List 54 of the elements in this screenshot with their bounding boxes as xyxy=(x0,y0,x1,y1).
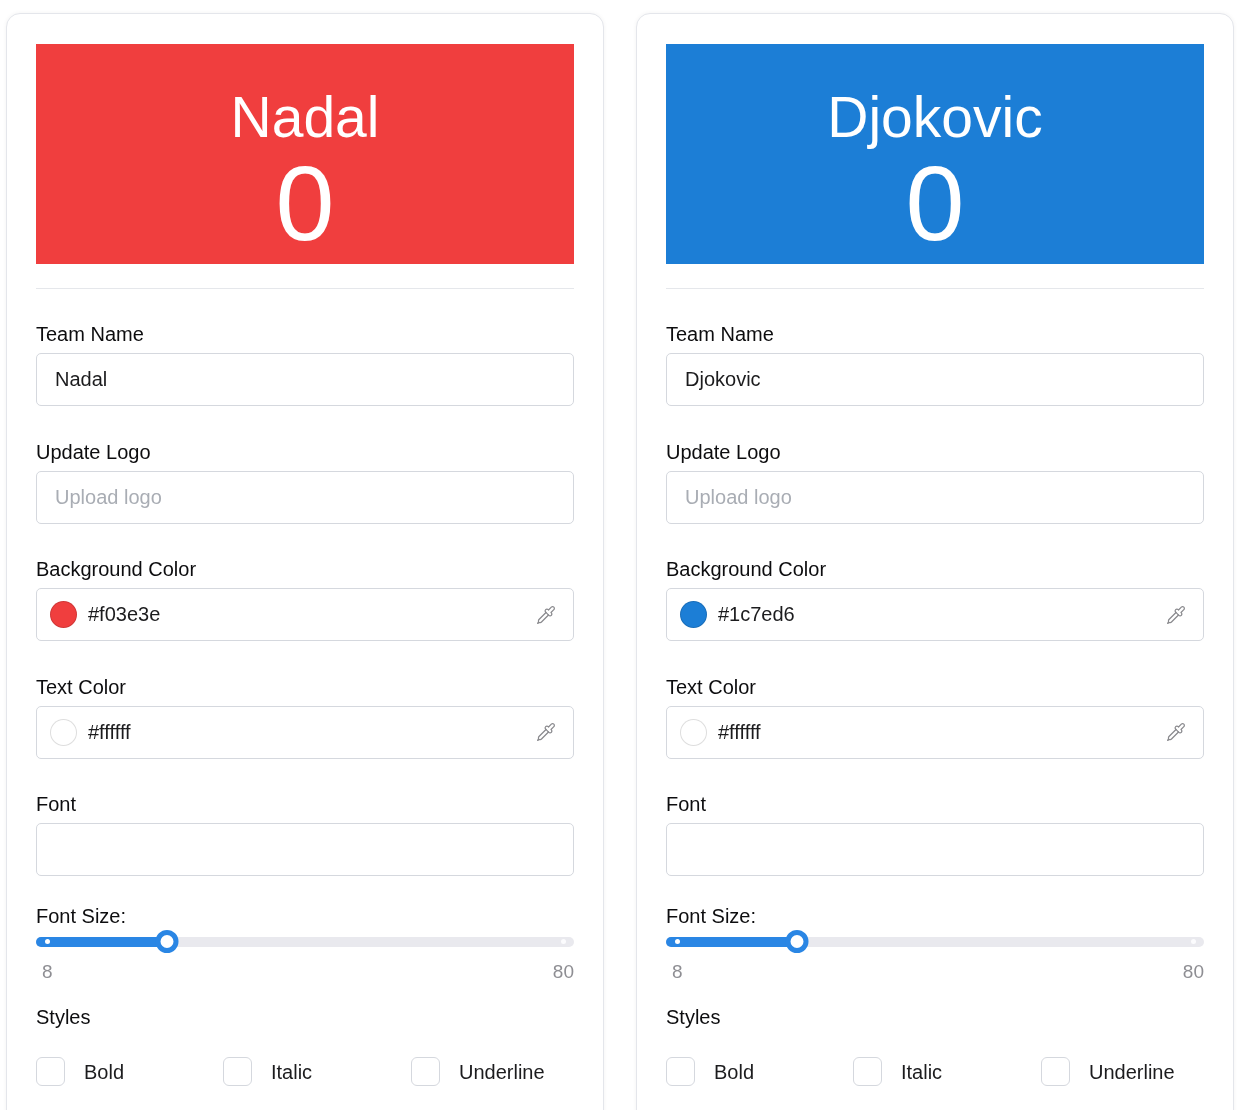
slider-min-label: 8 xyxy=(42,961,53,983)
eyedropper-icon[interactable] xyxy=(1166,604,1186,625)
team-name-heading: Nadal xyxy=(230,84,380,150)
field-label: Text Color xyxy=(666,674,757,699)
field-label: Text Color xyxy=(36,674,127,699)
field-label: Styles xyxy=(666,1005,721,1029)
score-text: 0 xyxy=(275,150,335,256)
field-label: Styles xyxy=(36,1005,91,1029)
team-name-heading: Djokovic xyxy=(827,84,1043,150)
checkbox[interactable] xyxy=(223,1057,252,1086)
stop-dot-icon xyxy=(674,939,680,944)
slider-thumb[interactable] xyxy=(155,930,179,953)
checkbox-label: Underline xyxy=(459,1059,545,1084)
color-field[interactable]: #1c7ed6 xyxy=(666,588,1204,641)
field-label: Font xyxy=(36,792,77,816)
field-label: Update Logo xyxy=(36,439,151,464)
slider-track[interactable] xyxy=(666,930,1204,953)
eyedropper-icon[interactable] xyxy=(536,604,556,625)
field-label: Background Color xyxy=(36,557,197,581)
checkbox-label: Bold xyxy=(714,1059,755,1084)
checkbox-label: Italic xyxy=(271,1059,313,1084)
input-field[interactable]: Upload logo xyxy=(36,470,574,524)
color-field[interactable]: #f03e3e xyxy=(36,588,574,641)
input-field[interactable]: Nadal xyxy=(36,353,574,406)
field-label: Team Name xyxy=(36,322,144,346)
checkbox-label: Italic xyxy=(901,1059,943,1084)
slider-max-label: 80 xyxy=(552,961,574,983)
slider-min-label: 8 xyxy=(672,961,683,983)
checkbox[interactable] xyxy=(411,1057,440,1086)
field-label: Team Name xyxy=(666,322,774,346)
checkbox-label: Bold xyxy=(84,1059,125,1084)
slider-max-label: 80 xyxy=(1182,961,1204,983)
field-label: Update Logo xyxy=(666,439,781,464)
checkbox[interactable] xyxy=(853,1057,882,1086)
color-field[interactable]: #ffffff xyxy=(36,705,574,759)
input-field[interactable] xyxy=(36,823,574,876)
checkbox[interactable] xyxy=(666,1057,695,1086)
slider-track[interactable] xyxy=(36,930,574,953)
stop-dot-icon xyxy=(44,939,50,944)
checkbox[interactable] xyxy=(36,1057,65,1086)
input-field[interactable]: Djokovic xyxy=(666,353,1204,406)
eyedropper-icon[interactable] xyxy=(536,722,556,742)
field-label: Font Size: xyxy=(36,904,127,928)
checkbox[interactable] xyxy=(1041,1057,1070,1086)
input-field[interactable] xyxy=(666,823,1204,876)
input-field[interactable]: Upload logo xyxy=(666,470,1204,524)
color-field[interactable]: #ffffff xyxy=(666,705,1204,759)
field-label: Font xyxy=(666,792,707,816)
slider-thumb[interactable] xyxy=(785,930,809,953)
field-label: Font Size: xyxy=(666,904,757,928)
checkbox-label: Underline xyxy=(1089,1059,1175,1084)
score-text: 0 xyxy=(905,150,965,256)
eyedropper-icon[interactable] xyxy=(1166,722,1186,742)
field-label: Background Color xyxy=(666,557,827,581)
